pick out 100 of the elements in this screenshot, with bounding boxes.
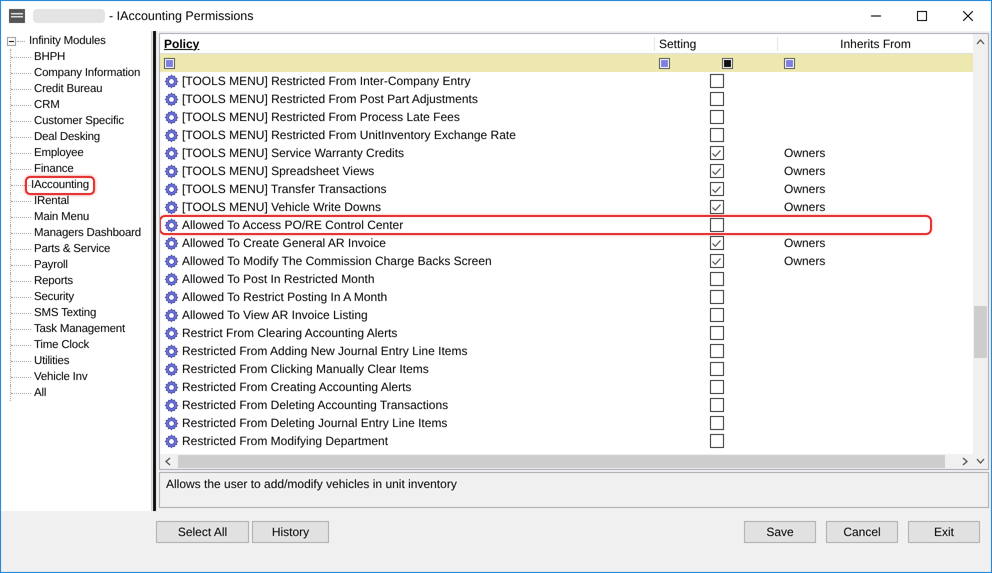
scroll-right-icon[interactable] — [961, 457, 969, 466]
tree-item[interactable]: Company Information — [31, 64, 144, 82]
policy-name: [TOOLS MENU] Service Warranty Credits — [182, 146, 404, 160]
maximize-icon[interactable] — [917, 11, 927, 21]
setting-checkbox[interactable] — [710, 182, 724, 196]
policy-name: Allowed To Create General AR Invoice — [182, 236, 386, 250]
setting-checkbox[interactable] — [710, 344, 724, 358]
gear-icon — [164, 236, 179, 250]
action-button[interactable]: History — [252, 521, 329, 543]
inherits-from: Owners — [784, 236, 826, 250]
setting-checkbox[interactable] — [710, 362, 724, 376]
setting-checkbox[interactable] — [710, 326, 724, 340]
setting-checkbox[interactable] — [710, 164, 724, 178]
close-icon[interactable] — [963, 11, 973, 21]
gear-icon — [164, 146, 179, 160]
tree-item[interactable]: SMS Texting — [31, 304, 100, 322]
collapse-icon[interactable] — [7, 36, 16, 46]
tree-item[interactable]: Customer Specific — [31, 112, 127, 130]
tree-item[interactable]: Vehicle Inv — [31, 368, 90, 386]
scroll-thumb[interactable] — [974, 306, 987, 358]
action-button[interactable]: Exit — [908, 521, 980, 543]
vertical-scrollbar[interactable] — [973, 34, 988, 469]
setting-checkbox[interactable] — [710, 146, 724, 160]
gear-icon — [164, 74, 179, 88]
action-button[interactable]: Save — [744, 521, 816, 543]
tree-item[interactable]: IRental — [31, 192, 72, 210]
tree-item[interactable]: IAccounting — [25, 176, 95, 194]
tree-item[interactable]: Utilities — [31, 352, 72, 370]
setting-checkbox[interactable] — [710, 398, 724, 412]
column-header[interactable]: Inherits From — [778, 36, 973, 50]
filter-toggle[interactable] — [784, 58, 795, 68]
tree-item[interactable]: CRM — [31, 96, 63, 114]
setting-checkbox[interactable] — [710, 128, 724, 142]
action-button[interactable]: Cancel — [826, 521, 898, 543]
inherits-from: Owners — [784, 182, 826, 196]
setting-checkbox[interactable] — [710, 290, 724, 304]
action-button[interactable]: Select All — [156, 521, 249, 543]
policy-name: [TOOLS MENU] Transfer Transactions — [182, 182, 387, 196]
policy-name: Restricted From Modifying Department — [182, 434, 388, 448]
window-title: - IAccounting Permissions — [109, 9, 254, 23]
setting-checkbox[interactable] — [710, 380, 724, 394]
gear-icon — [164, 290, 179, 304]
policy-name: Restricted From Deleting Journal Entry Line Items — [182, 416, 448, 430]
setting-checkbox[interactable] — [710, 236, 724, 250]
policy-name: [TOOLS MENU] Vehicle Write Downs — [182, 200, 381, 214]
tree-item[interactable]: Credit Bureau — [31, 80, 106, 98]
tree-item[interactable]: Reports — [31, 272, 76, 290]
setting-checkbox[interactable] — [710, 272, 724, 286]
gear-icon — [164, 92, 179, 106]
setting-checkbox[interactable] — [710, 254, 724, 268]
scroll-left-icon[interactable] — [164, 457, 172, 466]
setting-checkbox[interactable] — [710, 200, 724, 214]
setting-checkbox[interactable] — [710, 74, 724, 88]
tree-item[interactable]: Finance — [31, 160, 77, 178]
tree-item[interactable]: Parts & Service — [31, 240, 114, 258]
policy-name: Restrict From Clearing Accounting Alerts — [182, 326, 398, 340]
horizontal-scrollbar[interactable] — [160, 454, 973, 469]
gear-icon — [164, 398, 179, 412]
tree-item[interactable]: Task Management — [31, 320, 128, 338]
setting-checkbox[interactable] — [710, 92, 724, 106]
policy-name: [TOOLS MENU] Restricted From Post Part Adjustments — [182, 92, 478, 106]
policy-name: [TOOLS MENU] Restricted From Process Late Fees — [182, 110, 460, 124]
tree-item[interactable]: Employee — [31, 144, 87, 162]
gear-icon — [164, 200, 179, 214]
setting-checkbox[interactable] — [710, 110, 724, 124]
gear-icon — [164, 164, 179, 178]
setting-checkbox[interactable] — [710, 416, 724, 430]
tree-item[interactable]: Payroll — [31, 256, 71, 274]
tree-item[interactable]: All — [31, 384, 50, 402]
scroll-up-icon[interactable] — [976, 38, 985, 46]
filter-toggle[interactable] — [164, 58, 175, 68]
gear-icon — [164, 362, 179, 376]
gear-icon — [164, 110, 179, 124]
filter-toggle[interactable] — [659, 58, 670, 68]
column-header[interactable]: Policy — [160, 36, 655, 50]
gear-icon — [164, 218, 179, 232]
setting-checkbox[interactable] — [710, 218, 724, 232]
gear-icon — [164, 344, 179, 358]
tree-item[interactable]: Deal Desking — [31, 128, 103, 146]
filter-toggle[interactable] — [722, 58, 733, 68]
policy-name: Allowed To Post In Restricted Month — [182, 272, 375, 286]
inherits-from: Owners — [784, 254, 826, 268]
setting-checkbox[interactable] — [710, 434, 724, 448]
scroll-down-icon[interactable] — [976, 457, 985, 465]
column-header[interactable]: Setting — [655, 36, 778, 50]
tree-item[interactable]: Infinity Modules — [26, 32, 109, 50]
gear-icon — [164, 380, 179, 394]
policy-name: Allowed To Modify The Commission Charge Backs Screen — [182, 254, 492, 268]
scroll-thumb[interactable] — [178, 455, 945, 468]
blurred-text — [33, 9, 105, 23]
tree-item[interactable]: Managers Dashboard — [31, 224, 144, 242]
gear-icon — [164, 308, 179, 322]
policy-name: Restricted From Creating Accounting Alerts — [182, 380, 412, 394]
tree-item[interactable]: Main Menu — [31, 208, 92, 226]
tree-item[interactable]: Security — [31, 288, 77, 306]
tree-item[interactable]: Time Clock — [31, 336, 92, 354]
gear-icon — [164, 434, 179, 448]
setting-checkbox[interactable] — [710, 308, 724, 322]
tree-item[interactable]: BHPH — [31, 48, 68, 66]
policy-name: [TOOLS MENU] Spreadsheet Views — [182, 164, 374, 178]
